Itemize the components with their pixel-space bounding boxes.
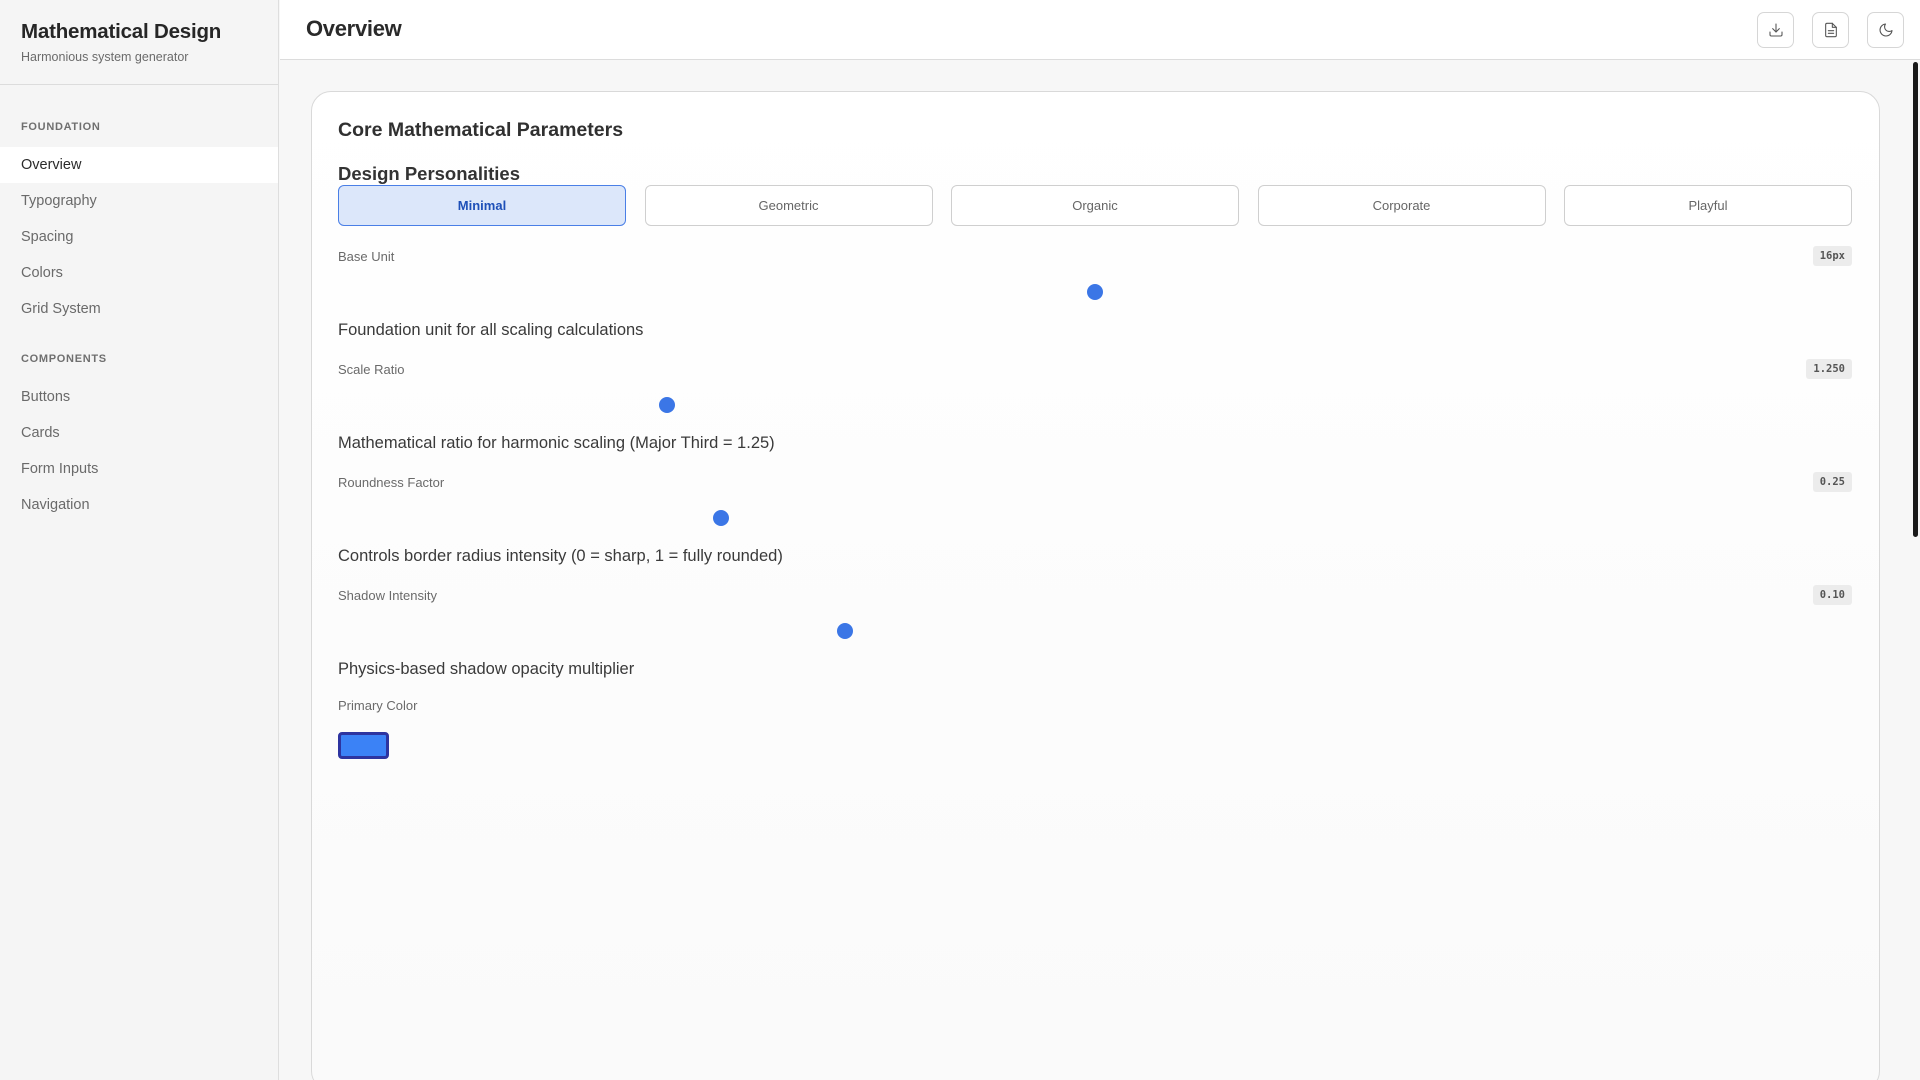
download-icon xyxy=(1768,23,1783,37)
section-label-foundation: FOUNDATION xyxy=(21,121,101,133)
param-value-badge: 16px xyxy=(1812,246,1852,266)
sidebar-item-navigation[interactable]: Navigation xyxy=(0,487,278,523)
page-title: Overview xyxy=(306,16,402,41)
sidebar-item-overview[interactable]: Overview xyxy=(0,147,278,183)
sidebar-item-form-inputs[interactable]: Form Inputs xyxy=(0,451,278,487)
top-bar: Overview xyxy=(280,0,1920,60)
slider-thumb[interactable] xyxy=(1087,284,1103,300)
sidebar: Mathematical Design Harmonious system ge… xyxy=(0,0,279,1080)
personality-organic-button[interactable]: Organic xyxy=(951,185,1239,226)
theme-toggle-button[interactable] xyxy=(1867,12,1904,48)
export-button[interactable] xyxy=(1757,12,1794,48)
slider-thumb[interactable] xyxy=(713,510,730,526)
personality-corporate-button[interactable]: Corporate xyxy=(1257,185,1546,226)
nav-section-foundation: FOUNDATION Overview Typography Spacing C… xyxy=(0,85,278,327)
personalities-title: Design Personalities xyxy=(338,163,520,184)
param-value-badge: 0.25 xyxy=(1812,472,1852,492)
param-value-badge: 1.250 xyxy=(1806,359,1852,379)
sidebar-item-typography[interactable]: Typography xyxy=(0,183,278,219)
base-unit-slider[interactable] xyxy=(338,279,1852,307)
sidebar-item-spacing[interactable]: Spacing xyxy=(0,219,278,255)
sidebar-item-buttons[interactable]: Buttons xyxy=(0,379,278,415)
param-label: Shadow Intensity xyxy=(338,588,438,603)
sidebar-item-cards[interactable]: Cards xyxy=(0,415,278,451)
shadow-intensity-slider[interactable] xyxy=(338,618,1852,646)
param-label: Base Unit xyxy=(338,249,395,264)
scale-ratio-slider[interactable] xyxy=(338,392,1852,420)
param-description: Mathematical ratio for harmonic scaling … xyxy=(338,434,775,452)
app-subtitle: Harmonious system generator xyxy=(21,50,189,64)
param-description: Physics-based shadow opacity multiplier xyxy=(338,660,635,678)
scrollbar-thumb[interactable] xyxy=(1913,62,1918,537)
slider-thumb[interactable] xyxy=(837,623,854,639)
document-icon xyxy=(1824,22,1837,38)
app-title: Mathematical Design xyxy=(21,20,222,43)
moon-icon xyxy=(1879,23,1893,37)
section-label-components: COMPONENTS xyxy=(21,353,107,365)
personality-minimal-button[interactable]: Minimal xyxy=(338,185,626,226)
primary-color-picker[interactable] xyxy=(338,732,389,759)
personality-geometric-button[interactable]: Geometric xyxy=(644,185,933,226)
document-button[interactable] xyxy=(1812,12,1849,48)
slider-thumb[interactable] xyxy=(658,397,675,413)
sidebar-header: Mathematical Design Harmonious system ge… xyxy=(0,0,278,85)
param-label: Scale Ratio xyxy=(338,362,405,377)
roundness-factor-slider[interactable] xyxy=(338,505,1852,533)
param-description: Foundation unit for all scaling calculat… xyxy=(338,321,644,339)
param-label: Roundness Factor xyxy=(338,475,445,490)
parameters-card: Core Mathematical Parameters Design Pers… xyxy=(311,91,1880,1080)
personality-playful-button[interactable]: Playful xyxy=(1564,185,1852,226)
primary-color-label: Primary Color xyxy=(338,698,418,713)
nav-section-components: COMPONENTS Buttons Cards Form Inputs Nav… xyxy=(0,327,278,523)
param-description: Controls border radius intensity (0 = sh… xyxy=(338,547,783,565)
sidebar-item-grid-system[interactable]: Grid System xyxy=(0,291,278,327)
personality-selector: Minimal Geometric Organic Corporate Play… xyxy=(338,185,1852,227)
param-value-badge: 0.10 xyxy=(1812,585,1852,605)
card-title: Core Mathematical Parameters xyxy=(338,119,624,141)
sidebar-item-colors[interactable]: Colors xyxy=(0,255,278,291)
